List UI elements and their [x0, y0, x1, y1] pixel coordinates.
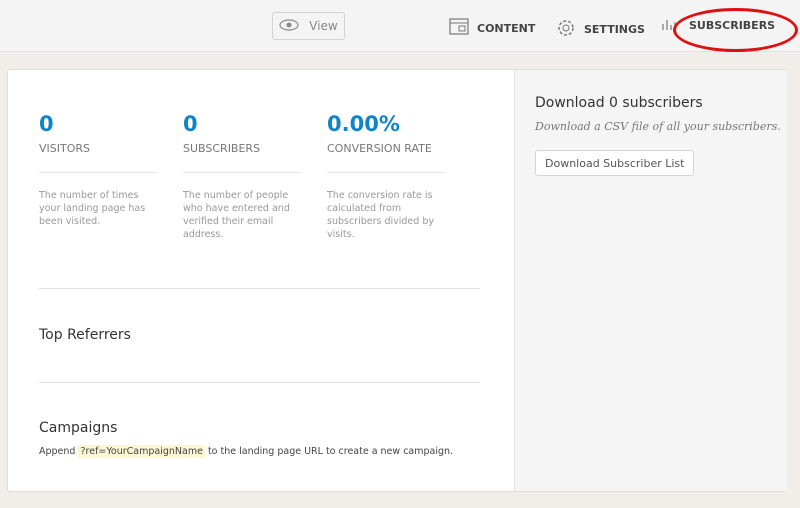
- analytics-card: 0 VISITORS The number of times your land…: [7, 69, 787, 492]
- top-bar: View CONTENT SETTINGS SUBSCRIBERS: [0, 0, 800, 52]
- divider: [39, 288, 480, 289]
- download-subtitle: Download a CSV file of all your subscrib…: [535, 120, 781, 133]
- nav-settings[interactable]: SETTINGS: [556, 18, 645, 41]
- view-button[interactable]: View: [272, 12, 345, 40]
- content-icon: [449, 18, 469, 38]
- stat-visitors: 0 VISITORS The number of times your land…: [39, 112, 157, 228]
- stat-conversion-rate: 0.00% CONVERSION RATE The conversion rat…: [327, 112, 445, 241]
- campaigns-title: Campaigns: [39, 420, 118, 436]
- campaign-param: ?ref=YourCampaignName: [78, 445, 205, 458]
- top-referrers-title: Top Referrers: [39, 327, 131, 343]
- campaigns-instructions: Append ?ref=YourCampaignName to the land…: [39, 445, 454, 458]
- nav-content[interactable]: CONTENT: [449, 18, 535, 38]
- divider: [39, 382, 480, 383]
- download-subscriber-list-button[interactable]: Download Subscriber List: [535, 150, 695, 176]
- download-panel: Download 0 subscribers Download a CSV fi…: [514, 70, 787, 491]
- eye-icon: [279, 18, 299, 34]
- annotation-circle: [673, 8, 798, 52]
- gear-icon: [556, 18, 576, 41]
- stat-subscribers: 0 SUBSCRIBERS The number of people who h…: [183, 112, 301, 241]
- download-title: Download 0 subscribers: [535, 95, 703, 111]
